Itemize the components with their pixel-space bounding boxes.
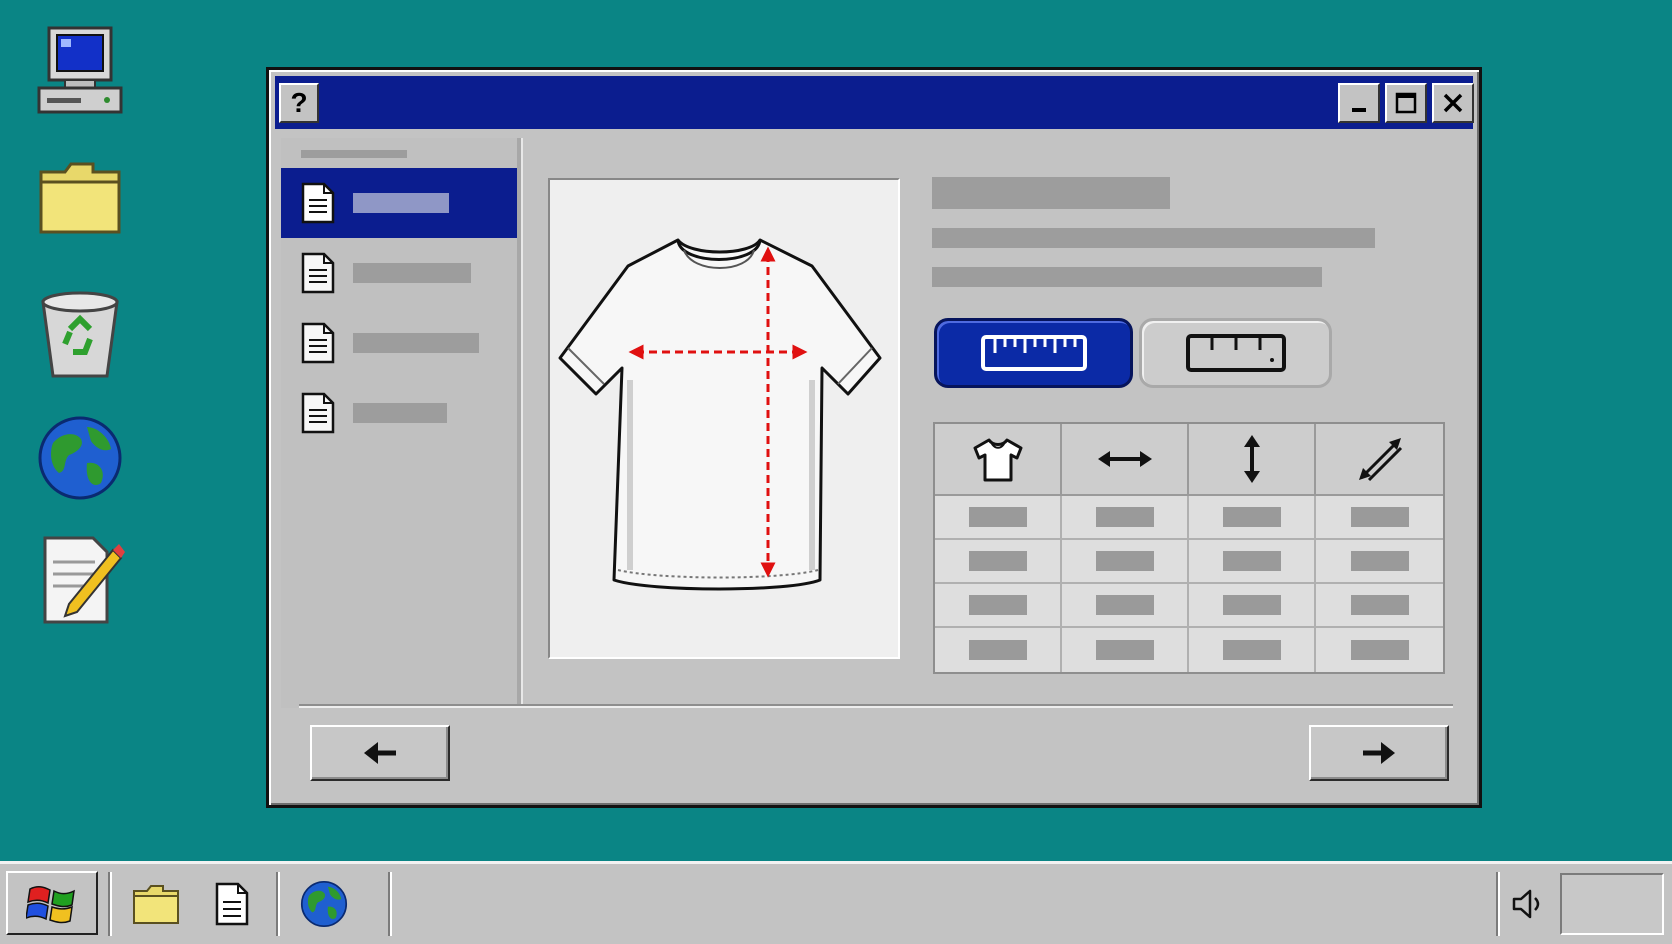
sidebar-item-2[interactable] [281,238,517,308]
back-button[interactable] [310,725,450,781]
folder-icon[interactable] [34,150,126,246]
sidebar [281,138,521,708]
table-cell [1189,540,1316,584]
notepad-icon[interactable] [34,532,126,628]
table-cell [935,628,1062,672]
taskbar-separator [276,872,278,936]
taskbar-folder-button[interactable] [128,876,184,932]
taskbar-browser-button[interactable] [296,876,352,932]
next-button[interactable] [1309,725,1449,781]
folder-icon [133,885,179,924]
table-cell [1062,540,1189,584]
table-cell [1189,628,1316,672]
globe-icon [300,880,348,928]
close-button[interactable] [1432,83,1474,123]
windows-logo-icon [26,886,75,924]
table-cell [1062,584,1189,628]
sidebar-header [301,150,407,158]
title-bar: ? [275,76,1474,129]
table-cell [1316,628,1443,672]
column-header-size[interactable] [935,424,1062,496]
document-icon [299,320,337,366]
maximize-icon [1395,92,1417,114]
vertical-arrow-icon [1243,435,1260,483]
table-cell [935,540,1062,584]
table-cell [1316,584,1443,628]
table-cell [1189,584,1316,628]
close-icon [1443,93,1463,113]
table-cell [935,584,1062,628]
table-cell [1062,496,1189,540]
table-cell [1316,540,1443,584]
description-line-1 [932,228,1375,248]
sidebar-item-1[interactable] [281,168,517,238]
arrow-right-icon [1363,742,1395,764]
ruler-cm-icon [980,335,1087,371]
my-computer-icon[interactable] [34,22,126,118]
ruler-inch-icon [1185,334,1286,372]
document-icon [215,882,249,926]
measurement-window: ? [266,67,1482,808]
tshirt-icon [973,438,1022,482]
sidebar-item-4[interactable] [281,378,517,448]
column-header-width[interactable] [1062,424,1189,496]
horizontal-arrow-icon [1097,451,1152,467]
start-button[interactable] [6,871,98,935]
table-cell [1062,628,1189,672]
recycle-bin-icon[interactable] [34,284,126,380]
minimize-button[interactable] [1338,83,1380,123]
table-cell [1189,496,1316,540]
sidebar-item-label [353,333,479,353]
sidebar-item-label [353,193,449,213]
garment-preview [548,178,900,659]
unit-cm-button[interactable] [934,318,1133,388]
taskbar-separator [1496,872,1498,936]
unit-inch-button[interactable] [1139,318,1332,388]
diagonal-arrow-icon [1358,438,1402,482]
taskbar-document-button[interactable] [204,876,260,932]
minimize-icon [1352,108,1366,112]
size-guide-heading [932,177,1170,209]
arrow-left-icon [364,742,396,764]
globe-icon[interactable] [34,410,126,506]
document-icon [299,180,337,226]
tshirt-measurement-icon [558,238,882,591]
footer-divider [299,704,1453,708]
help-button[interactable]: ? [279,83,319,123]
column-header-length[interactable] [1189,424,1316,496]
volume-button[interactable] [1500,876,1556,932]
table-cell [1316,496,1443,540]
table-cell [935,496,1062,540]
taskbar-separator [108,872,110,936]
description-line-2 [932,267,1322,287]
sidebar-item-label [353,263,471,283]
sidebar-item-3[interactable] [281,308,517,378]
taskbar [0,861,1672,944]
taskbar-separator [388,872,390,936]
system-tray [1560,873,1664,935]
document-icon [299,250,337,296]
size-table [933,422,1445,674]
speaker-icon [1512,889,1540,919]
sidebar-item-label [353,403,447,423]
maximize-button[interactable] [1385,83,1427,123]
column-header-diagonal[interactable] [1316,424,1443,496]
document-icon [299,390,337,436]
